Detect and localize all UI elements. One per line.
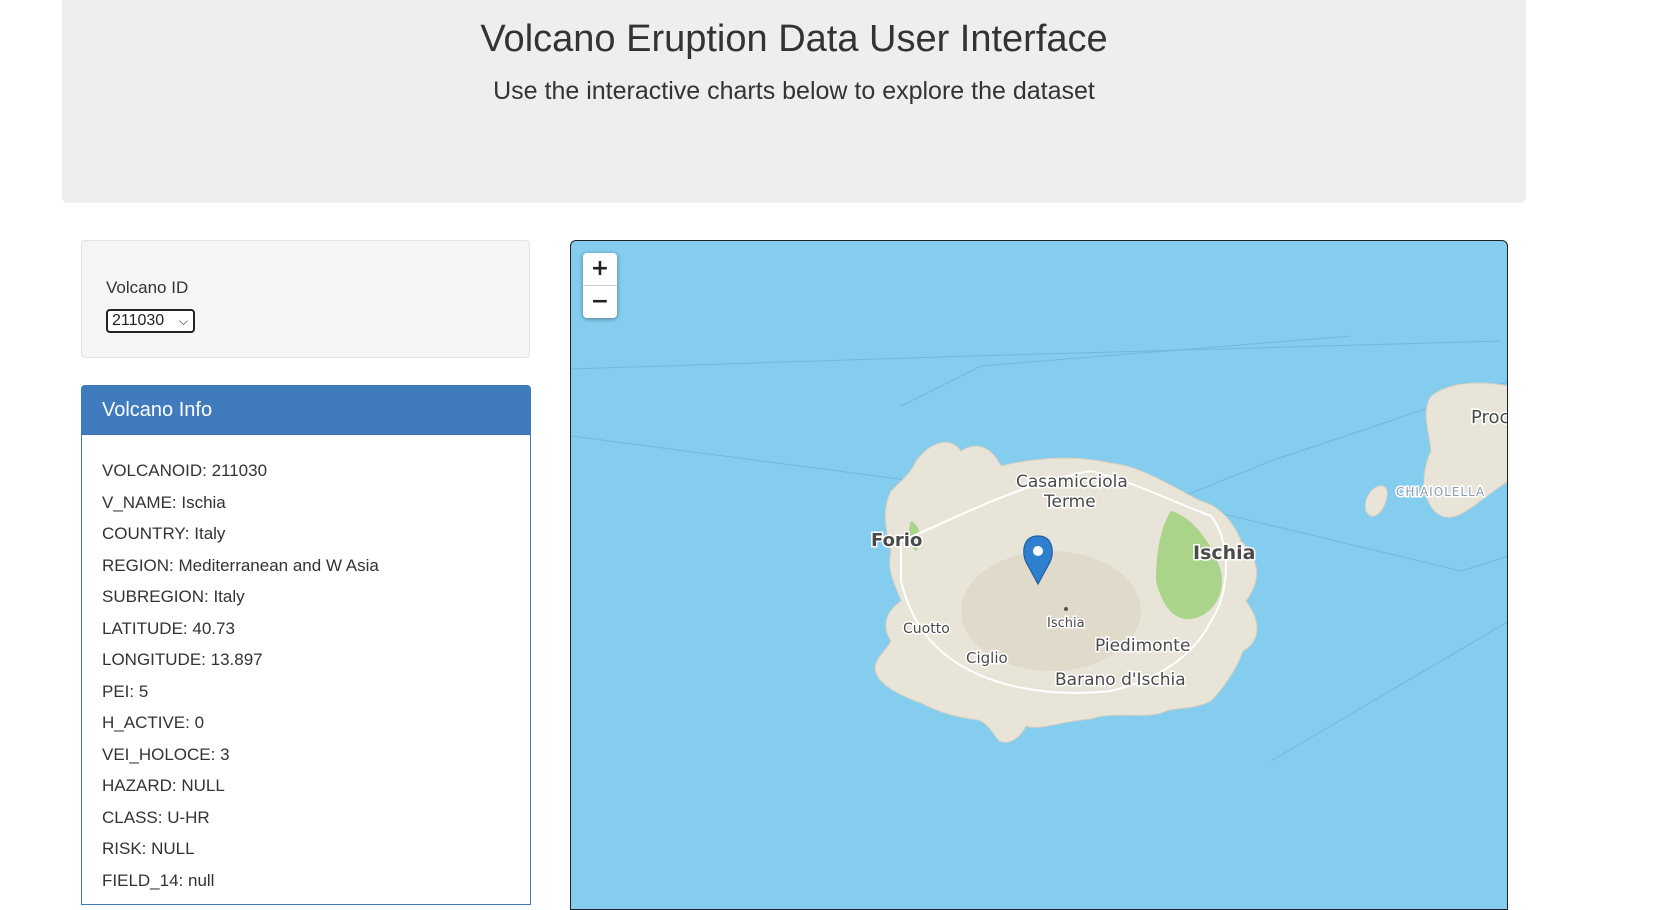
map-tiles[interactable]: Casamicciola Terme Forio Ischia Ischia C… [571, 241, 1508, 910]
volcano-selector-panel: Volcano ID 211030 ⌵ [81, 240, 530, 358]
chevron-down-icon: ⌵ [178, 314, 188, 328]
map-label: Cuotto [903, 621, 950, 637]
map-label: Casamicciola [1016, 472, 1128, 492]
info-line: PEI: 5 [102, 681, 149, 701]
zoom-in-button[interactable]: + [583, 253, 617, 286]
map-label: Ischia [1193, 542, 1256, 564]
peak-dot [1064, 607, 1068, 611]
volcano-info-heading: Volcano Info [82, 386, 530, 435]
info-line: V_NAME: Ischia [102, 492, 226, 512]
info-line: LONGITUDE: 13.897 [102, 650, 263, 669]
info-line: LATITUDE: 40.73 [102, 618, 235, 638]
info-line: VOLCANOID: 211030 [102, 461, 268, 480]
zoom-control: + − [583, 253, 617, 318]
map-label: Forio [871, 530, 922, 551]
info-line: HAZARD: NULL [102, 776, 225, 795]
info-line: CLASS: U-HR [102, 807, 210, 827]
sea-boundary-line [571, 340, 1502, 370]
volcano-info-body: VOLCANOID: 211030 V_NAME: Ischia COUNTRY… [82, 435, 530, 896]
map-label: CHIAIOLELLA [1396, 485, 1485, 499]
header-jumbotron: Volcano Eruption Data User Interface Use… [62, 0, 1526, 203]
map-label: Ciglio [966, 649, 1008, 667]
map-label: Proc [1471, 407, 1508, 428]
map-label: Terme [1043, 492, 1096, 512]
zoom-out-button[interactable]: − [583, 286, 617, 318]
sea-boundary-line [1270, 621, 1507, 762]
volcano-id-value: 211030 [112, 312, 165, 329]
volcano-info-panel: Volcano Info VOLCANOID: 211030 V_NAME: I… [81, 385, 531, 905]
info-line: RISK: NULL [102, 839, 195, 858]
info-line: VEI_HOLOCE: 3 [102, 744, 230, 764]
volcano-id-select[interactable]: 211030 ⌵ [106, 309, 195, 333]
map-label: Barano d'Ischia [1055, 670, 1186, 690]
page-title: Volcano Eruption Data User Interface [480, 18, 1108, 60]
info-line: COUNTRY: Italy [102, 524, 226, 543]
sea-boundary-line [1210, 510, 1507, 572]
sea-boundary-line [900, 335, 1352, 407]
volcano-map[interactable]: Casamicciola Terme Forio Ischia Ischia C… [570, 240, 1508, 910]
volcano-id-label: Volcano ID [106, 278, 189, 297]
info-line: H_ACTIVE: 0 [102, 713, 205, 732]
info-line: FIELD_14: null [102, 870, 215, 890]
info-line: SUBREGION: Italy [102, 587, 245, 606]
vivara-islet [1364, 485, 1388, 517]
map-label: Ischia [1047, 616, 1085, 631]
info-line: REGION: Mediterranean and W Asia [102, 555, 379, 575]
map-label: Piedimonte [1095, 636, 1190, 656]
page-subtitle: Use the interactive charts below to expl… [493, 77, 1095, 105]
